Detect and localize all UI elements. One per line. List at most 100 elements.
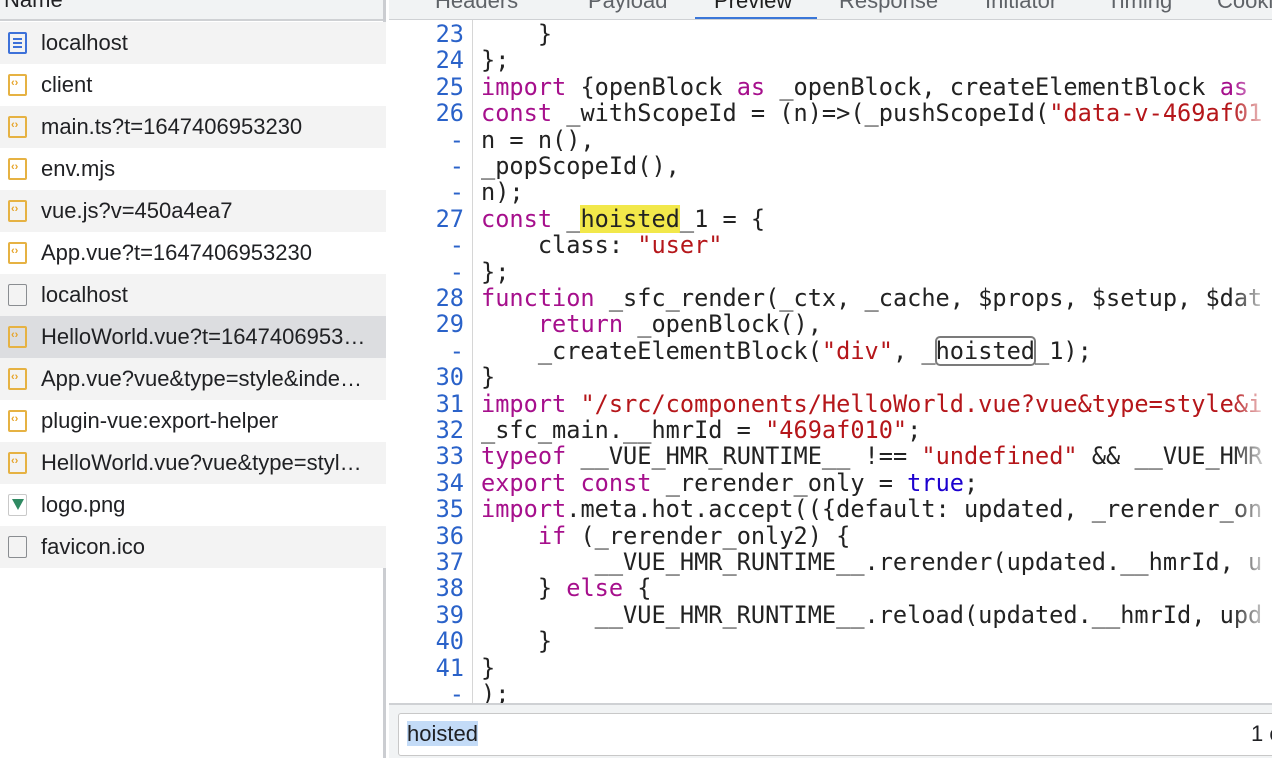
literal-token: true: [907, 468, 964, 497]
code-text: }: [481, 654, 495, 681]
code-line: 26 const _withScopeId = (n)=>(_pushScopeI…: [389, 99, 1272, 128]
code-line: 33 typeof __VUE_HMR_RUNTIME__ !== "undefi…: [389, 442, 1272, 471]
code-line: 34 export const _rerender_only = true;: [389, 469, 1272, 496]
code-line: - _popScopeId(),: [389, 153, 1272, 180]
script-icon: [8, 116, 27, 138]
line-number: 26: [435, 99, 464, 128]
code-token: ;: [964, 468, 979, 497]
name-column-header[interactable]: Name: [0, 0, 383, 21]
request-row[interactable]: App.vue?vue&type=style&index=0&lang.css: [0, 358, 386, 400]
code-token: __VUE_HMR_RUNTIME__.reload(updated.__hmr…: [481, 600, 1263, 629]
code-text: import.meta.hot.accept(({default: update…: [481, 496, 1262, 522]
tab-cookies[interactable]: Cookies: [1217, 0, 1272, 14]
code-text: n = n(),: [481, 125, 595, 154]
code-token: _1);: [1035, 336, 1092, 365]
tab-headers[interactable]: Headers: [435, 0, 518, 14]
code-line: 23 }: [389, 20, 1272, 48]
request-name: localhost: [41, 282, 128, 307]
request-row[interactable]: plugin-vue:export-helper: [0, 400, 386, 442]
string-token: "user": [637, 231, 723, 260]
code-line: 38 } else {: [389, 574, 1272, 603]
code-line: 31 import "/src/components/HelloWorld.vue…: [389, 389, 1272, 418]
script-icon: [8, 368, 27, 390]
code-token: }: [481, 20, 553, 48]
code-token: _sfc_main.__hmrId =: [481, 416, 766, 444]
code-text: }: [481, 628, 552, 654]
blank-file-icon: [8, 284, 27, 306]
code-text: class: "user": [481, 232, 723, 258]
code-token: _createElementBlock(: [481, 336, 822, 365]
code-line: -);: [389, 681, 1272, 703]
keyword-token: const: [481, 99, 553, 128]
code-token: n = n(),: [481, 125, 595, 154]
code-line: 37 __VUE_HMR_RUNTIME__.rerender(updated.…: [389, 548, 1272, 576]
line-number: 37: [435, 548, 464, 576]
script-icon: [8, 452, 27, 474]
code-token: class:: [481, 231, 638, 260]
request-name: localhost: [41, 30, 128, 55]
code-text: function _sfc_render(_ctx, _cache, $prop…: [481, 285, 1262, 311]
code-token: };: [481, 257, 510, 286]
string-token: "div": [821, 336, 893, 365]
tab-timing[interactable]: Timing: [1107, 0, 1172, 14]
tab-payload[interactable]: Payload: [588, 0, 668, 14]
request-row[interactable]: env.mjs: [0, 148, 386, 190]
tab-response[interactable]: Response: [839, 0, 938, 14]
document-icon: [8, 32, 27, 54]
code-line: 25 import {openBlock as _openBlock, creat…: [389, 72, 1272, 101]
request-name: HelloWorld.vue?t=1647406953230: [41, 324, 371, 349]
tab-preview[interactable]: Preview: [714, 0, 792, 14]
code-line: - class: "user": [389, 231, 1272, 260]
request-name: client: [41, 72, 93, 97]
request-row[interactable]: favicon.ico: [0, 526, 386, 568]
code-token: _rerender_only =: [651, 468, 908, 497]
keyword-token: typeof: [481, 442, 567, 471]
request-list: Name localhost client main.ts?t=1647406953…: [0, 0, 386, 758]
code-text: const _hoisted_1 = {: [481, 204, 765, 233]
request-name: favicon.ico: [41, 534, 145, 559]
request-row[interactable]: vue.js?v=450a4ea7: [0, 190, 386, 232]
string-token: "undefined": [921, 442, 1078, 471]
request-name: vue.js?v=450a4ea7: [41, 198, 233, 223]
code-line: 40 }: [389, 628, 1272, 655]
string-token: "data-v-469af01: [1049, 99, 1263, 128]
code-token: {: [623, 574, 652, 603]
line-number: 25: [435, 72, 464, 101]
request-row[interactable]: client: [0, 64, 386, 106]
code-line: 28 function _sfc_render(_ctx, _cache, $pr…: [389, 285, 1272, 312]
request-row[interactable]: App.vue?t=1647406953230: [0, 232, 386, 274]
code-line: 35 import.meta.hot.accept(({default: upda…: [389, 496, 1272, 523]
line-number: -: [449, 231, 464, 260]
request-row[interactable]: localhost: [0, 22, 386, 64]
request-row[interactable]: logo.png: [0, 484, 386, 526]
code-text: return _openBlock(),: [481, 311, 822, 337]
request-row[interactable]: HelloWorld.vue?t=1647406953230: [0, 316, 386, 358]
code-text: const _withScopeId = (n)=>(_pushScopeId(…: [481, 100, 1262, 126]
preview-code-panel: 23 } 24}; 25 import {openBlock as _openBloc…: [389, 20, 1272, 703]
code-line: 32 _sfc_main.__hmrId = "469af010";: [389, 417, 1272, 444]
current-search-match: hoisted: [580, 204, 680, 233]
code-line: 30}: [389, 364, 1272, 391]
script-icon: [8, 326, 27, 348]
code-text: };: [481, 257, 510, 286]
line-number: 31: [435, 389, 464, 418]
code-text: _createElementBlock("div", _hoisted_1);: [481, 335, 1092, 366]
code-line: 29 return _openBlock(),: [389, 311, 1272, 338]
request-row[interactable]: localhost: [0, 274, 386, 316]
keyword-token: return: [537, 310, 624, 339]
request-row[interactable]: main.ts?t=1647406953230: [0, 106, 386, 148]
tab-initiator[interactable]: Initiator: [985, 0, 1057, 14]
code-line: 39 __VUE_HMR_RUNTIME__.reload(updated.__…: [389, 600, 1272, 629]
search-input-value: hoisted: [407, 721, 478, 746]
request-row[interactable]: HelloWorld.vue?vue&type=style&index=0&sc…: [0, 442, 386, 484]
code-line: 36 if (_rerender_only2) {: [389, 522, 1272, 550]
code-text: _sfc_main.__hmrId = "469af010";: [481, 417, 921, 443]
line-number: 24: [435, 46, 464, 75]
search-input[interactable]: hoisted 1 of 2: [398, 713, 1272, 756]
keyword-token: const: [580, 468, 652, 497]
request-name: env.mjs: [41, 156, 116, 181]
code-text: export const _rerender_only = true;: [481, 470, 978, 496]
